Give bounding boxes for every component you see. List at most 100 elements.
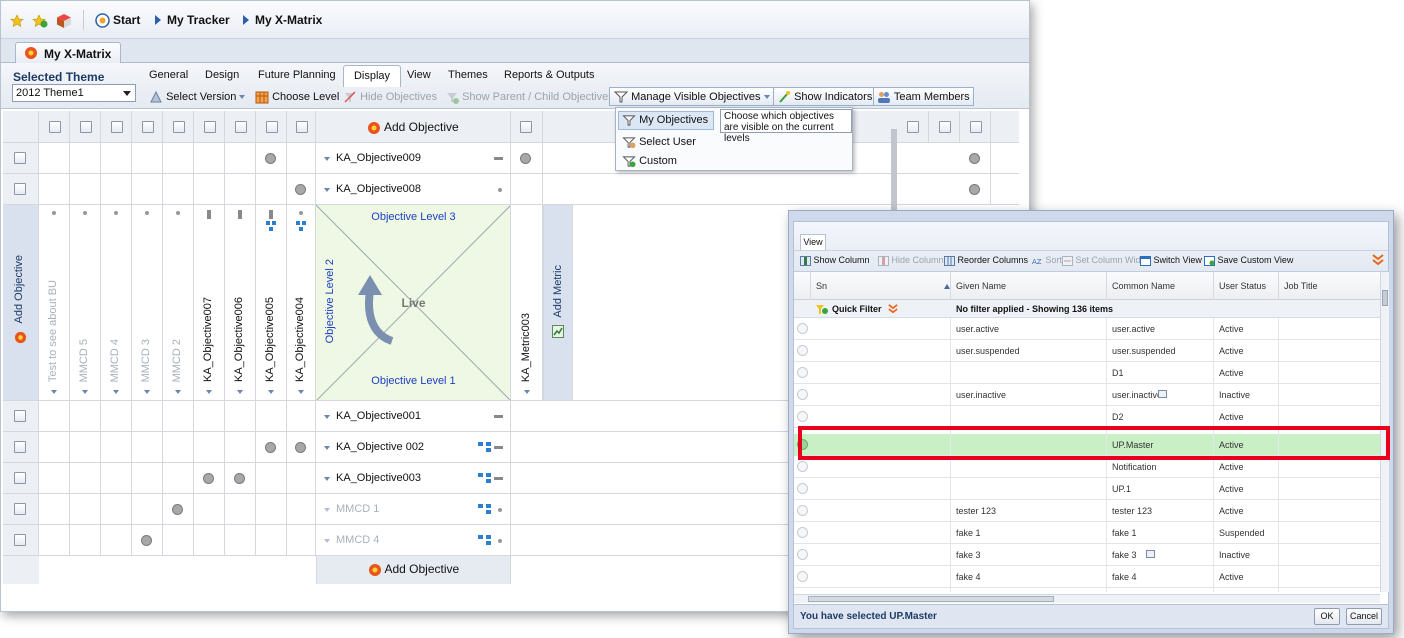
row-radio[interactable] xyxy=(797,571,808,582)
quick-filter-label[interactable]: Quick Filter xyxy=(832,300,882,318)
objective-label[interactable]: MMCD 1 xyxy=(336,503,379,515)
column-header-job-title[interactable]: Job Title xyxy=(1284,281,1318,291)
chevron-down-icon[interactable] xyxy=(324,477,330,481)
select-version-button[interactable]: Select Version xyxy=(149,88,246,106)
column-checkbox[interactable] xyxy=(907,121,919,133)
add-objective-side-button[interactable]: Add Objective xyxy=(13,255,25,323)
chevron-down-icon[interactable] xyxy=(524,390,530,394)
correlation-dot[interactable] xyxy=(172,504,183,515)
team-members-button[interactable]: Team Members xyxy=(873,87,974,106)
set-column-width-button[interactable]: Set Column Width xyxy=(1062,253,1148,267)
column-checkbox[interactable] xyxy=(970,121,982,133)
row-radio[interactable] xyxy=(797,527,808,538)
chevron-down-icon[interactable] xyxy=(144,390,150,394)
dropdown-item-custom[interactable]: Custom xyxy=(619,152,677,171)
choose-level-button[interactable]: Choose Level xyxy=(255,88,339,106)
dropdown-item-my-objectives[interactable]: My Objectives xyxy=(618,111,714,130)
objective-label[interactable]: KA_Objective001 xyxy=(336,410,421,422)
horizontal-scrollbar[interactable] xyxy=(794,594,1380,603)
table-row[interactable]: fake 3 fake 3 Inactive xyxy=(794,544,1380,566)
cancel-button[interactable]: Cancel xyxy=(1346,608,1382,625)
chevron-down-icon[interactable] xyxy=(268,390,274,394)
column-header-label[interactable]: MMCD 4 xyxy=(109,339,121,382)
column-checkbox[interactable] xyxy=(173,121,185,133)
table-row[interactable]: UP.1 Active xyxy=(794,478,1380,500)
dropdown-item-select-user[interactable]: Select User xyxy=(619,133,696,152)
chevron-down-icon[interactable] xyxy=(324,157,330,161)
column-header-sn[interactable]: Sn xyxy=(816,281,827,291)
correlation-dot[interactable] xyxy=(295,442,306,453)
tab-view[interactable]: View xyxy=(407,69,431,81)
chevron-down-icon[interactable] xyxy=(324,415,330,419)
chevron-down-icon[interactable] xyxy=(324,539,330,543)
chevron-down-icon[interactable] xyxy=(113,390,119,394)
correlation-dot[interactable] xyxy=(969,153,980,164)
column-header-label[interactable]: MMCD 2 xyxy=(171,339,183,382)
row-radio[interactable] xyxy=(797,345,808,356)
row-radio[interactable] xyxy=(797,389,808,400)
column-header-label[interactable]: Test to see about BU xyxy=(47,280,59,382)
correlation-dot[interactable] xyxy=(265,442,276,453)
objective-level-3-label[interactable]: Objective Level 3 xyxy=(316,211,510,223)
row-checkbox[interactable] xyxy=(14,503,26,515)
column-header-given-name[interactable]: Given Name xyxy=(956,281,1006,291)
row-checkbox[interactable] xyxy=(14,534,26,546)
tab-themes[interactable]: Themes xyxy=(448,69,488,81)
row-radio[interactable] xyxy=(797,483,808,494)
chevron-down-icon[interactable] xyxy=(298,390,304,394)
row-checkbox[interactable] xyxy=(14,472,26,484)
window-tab[interactable]: My X-Matrix xyxy=(15,42,121,63)
row-radio[interactable] xyxy=(797,461,808,472)
tab-general[interactable]: General xyxy=(149,69,188,81)
correlation-dot[interactable] xyxy=(265,153,276,164)
column-header-label[interactable]: MMCD 3 xyxy=(140,339,152,382)
chevron-down-icon[interactable] xyxy=(237,390,243,394)
show-column-button[interactable]: Show Column xyxy=(800,253,870,267)
manage-visible-objectives-button[interactable]: Manage Visible Objectives xyxy=(609,87,775,106)
column-header-label[interactable]: KA_Objective007 xyxy=(202,297,214,382)
tab-design[interactable]: Design xyxy=(205,69,239,81)
table-row[interactable]: D1 Active xyxy=(794,362,1380,384)
objective-label[interactable]: MMCD 4 xyxy=(336,534,379,546)
table-row[interactable]: fake 4 fake 4 Active xyxy=(794,566,1380,588)
table-row[interactable]: user.suspended user.suspended Active xyxy=(794,340,1380,362)
cube-icon[interactable] xyxy=(56,13,72,29)
objective-label[interactable]: KA_Objective 002 xyxy=(336,441,424,453)
scroll-thumb[interactable] xyxy=(1382,290,1388,306)
column-checkbox[interactable] xyxy=(939,121,951,133)
add-metric-button[interactable]: Add Metric xyxy=(543,205,573,400)
row-checkbox[interactable] xyxy=(14,441,26,453)
breadcrumb-tracker[interactable]: My Tracker xyxy=(167,13,230,27)
star-icon[interactable] xyxy=(10,14,24,28)
tab-reports-outputs[interactable]: Reports & Outputs xyxy=(504,69,595,81)
column-header-common-name[interactable]: Common Name xyxy=(1112,281,1175,291)
add-objective-top-button[interactable]: Add Objective xyxy=(316,111,511,142)
correlation-dot[interactable] xyxy=(234,473,245,484)
chevron-down-icon[interactable] xyxy=(175,390,181,394)
table-row[interactable]: fake 1 fake 1 Suspended xyxy=(794,522,1380,544)
column-checkbox[interactable] xyxy=(204,121,216,133)
column-header-label[interactable]: MMCD 5 xyxy=(78,339,90,382)
row-checkbox[interactable] xyxy=(14,410,26,422)
breadcrumb-start[interactable]: Start xyxy=(113,13,140,27)
column-checkbox[interactable] xyxy=(520,121,532,133)
row-checkbox[interactable] xyxy=(14,183,26,195)
reorder-columns-button[interactable]: Reorder Columns xyxy=(944,253,1028,267)
tab-display[interactable]: Display xyxy=(343,65,401,87)
objective-label[interactable]: KA_Objective009 xyxy=(336,152,421,164)
column-checkbox[interactable] xyxy=(49,121,61,133)
hide-objectives-button[interactable]: Hide Objectives xyxy=(343,88,437,106)
column-checkbox[interactable] xyxy=(111,121,123,133)
correlation-dot[interactable] xyxy=(141,535,152,546)
correlation-dot[interactable] xyxy=(969,184,980,195)
column-checkbox[interactable] xyxy=(266,121,278,133)
table-row[interactable]: user.active user.active Active xyxy=(794,318,1380,340)
table-row[interactable]: user.inactive user.inactive Inactive xyxy=(794,384,1380,406)
row-radio[interactable] xyxy=(797,323,808,334)
dialog-tab-view[interactable]: View xyxy=(800,234,826,250)
column-header-user-status[interactable]: User Status xyxy=(1219,281,1266,291)
correlation-dot[interactable] xyxy=(203,473,214,484)
column-checkbox[interactable] xyxy=(235,121,247,133)
chevron-down-icon[interactable] xyxy=(51,390,57,394)
objective-label[interactable]: KA_Objective003 xyxy=(336,472,421,484)
